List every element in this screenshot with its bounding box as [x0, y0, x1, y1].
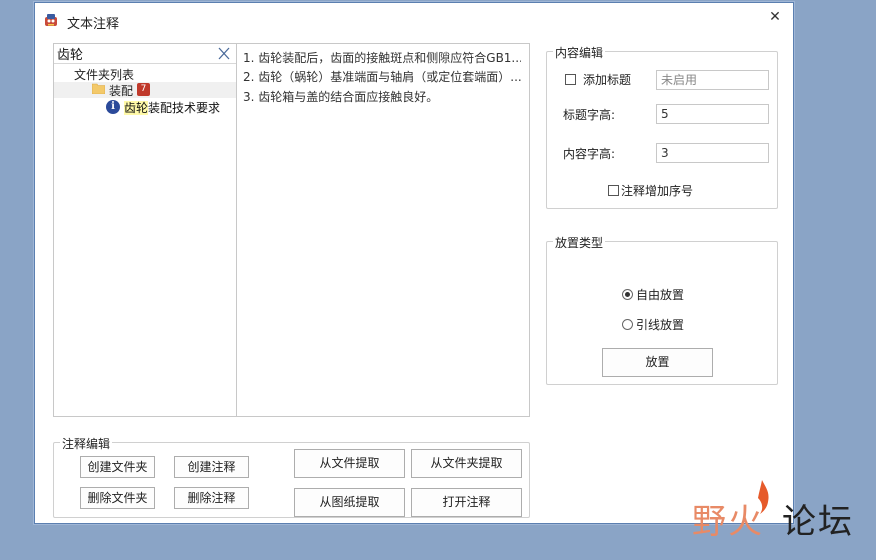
tree-folder-item[interactable]: 装配 7 — [54, 82, 236, 98]
add-serial-label: 注释增加序号 — [621, 184, 694, 198]
free-placement-label: 自由放置 — [636, 288, 685, 302]
note-label: 齿轮装配技术要求 — [124, 99, 220, 116]
info-icon: i — [106, 100, 120, 114]
add-title-checkbox[interactable] — [565, 74, 576, 85]
watermark-text-right: 论坛 — [782, 502, 854, 542]
title-height-label: 标题字高: — [563, 108, 616, 122]
note-edit-group: 注释编辑 创建文件夹 创建注释 删除文件夹 删除注释 从文件提取 从文件夹提取 … — [53, 435, 530, 518]
leader-placement-label: 引线放置 — [636, 318, 685, 332]
folder-label: 装配 — [109, 84, 134, 98]
add-serial-checkbox[interactable] — [608, 185, 619, 196]
extract-from-drawing-button[interactable]: 从图纸提取 — [294, 488, 405, 517]
create-folder-button[interactable]: 创建文件夹 — [80, 456, 155, 478]
tree-note-item[interactable]: i 齿轮装配技术要求 — [106, 100, 236, 116]
content-line[interactable]: 3. 齿轮箱与盖的结合面应接触良好。 — [243, 88, 521, 105]
folder-count-badge: 7 — [137, 83, 150, 96]
flame-icon — [758, 480, 769, 514]
add-title-label: 添加标题 — [583, 73, 632, 87]
titlebar: 文本注释 ✕ — [35, 3, 793, 35]
extract-from-file-button[interactable]: 从文件提取 — [294, 449, 405, 478]
create-note-button[interactable]: 创建注释 — [174, 456, 249, 478]
title-height-field[interactable]: 5 — [656, 104, 769, 124]
content-edit-group-title: 内容编辑 — [553, 44, 606, 61]
open-note-button[interactable]: 打开注释 — [411, 488, 522, 517]
placement-group-title: 放置类型 — [553, 234, 606, 251]
clear-search-icon[interactable] — [216, 45, 232, 62]
folder-icon — [92, 83, 105, 94]
content-height-label: 内容字高: — [563, 147, 616, 161]
leader-placement-radio[interactable] — [622, 319, 633, 330]
tree-search-row — [54, 44, 236, 64]
content-height-field[interactable]: 3 — [656, 143, 769, 163]
text-annotation-dialog: 文本注释 ✕ 文件夹列表 装配 7 i 齿轮装配技术要求 1. 齿轮装配后，齿面 — [34, 2, 794, 524]
close-button[interactable]: ✕ — [765, 7, 785, 27]
window-title: 文本注释 — [67, 17, 120, 32]
delete-note-button[interactable]: 删除注释 — [174, 487, 249, 509]
free-placement-radio[interactable] — [622, 289, 633, 300]
folder-tree-panel: 文件夹列表 装配 7 i 齿轮装配技术要求 — [53, 43, 237, 417]
delete-folder-button[interactable]: 删除文件夹 — [80, 487, 155, 509]
app-icon — [45, 14, 57, 26]
close-icon: ✕ — [769, 9, 781, 25]
search-highlight: 齿轮 — [124, 101, 149, 115]
note-label-rest: 装配技术要求 — [148, 101, 221, 115]
forum-watermark: 野火 论坛 — [690, 480, 870, 542]
content-line[interactable]: 1. 齿轮装配后，齿面的接触斑点和侧隙应符合GB1... — [243, 49, 521, 66]
placement-type-group: 放置类型 自由放置 引线放置 放置 — [546, 234, 778, 385]
extract-from-folder-button[interactable]: 从文件夹提取 — [411, 449, 522, 478]
place-button[interactable]: 放置 — [602, 348, 713, 377]
tree-search-input[interactable] — [57, 45, 207, 62]
content-edit-group: 内容编辑 添加标题 未启用 标题字高: 5 内容字高: 3 注释增加序号 — [546, 44, 778, 209]
title-status-field[interactable]: 未启用 — [656, 70, 769, 90]
tree-root-item[interactable]: 文件夹列表 — [74, 66, 134, 83]
content-line[interactable]: 2. 齿轮（蜗轮）基准端面与轴肩（或定位套端面）... — [243, 68, 521, 85]
note-edit-group-title: 注释编辑 — [60, 435, 113, 452]
note-content-panel[interactable]: 1. 齿轮装配后，齿面的接触斑点和侧隙应符合GB1... 2. 齿轮（蜗轮）基准… — [236, 43, 530, 417]
